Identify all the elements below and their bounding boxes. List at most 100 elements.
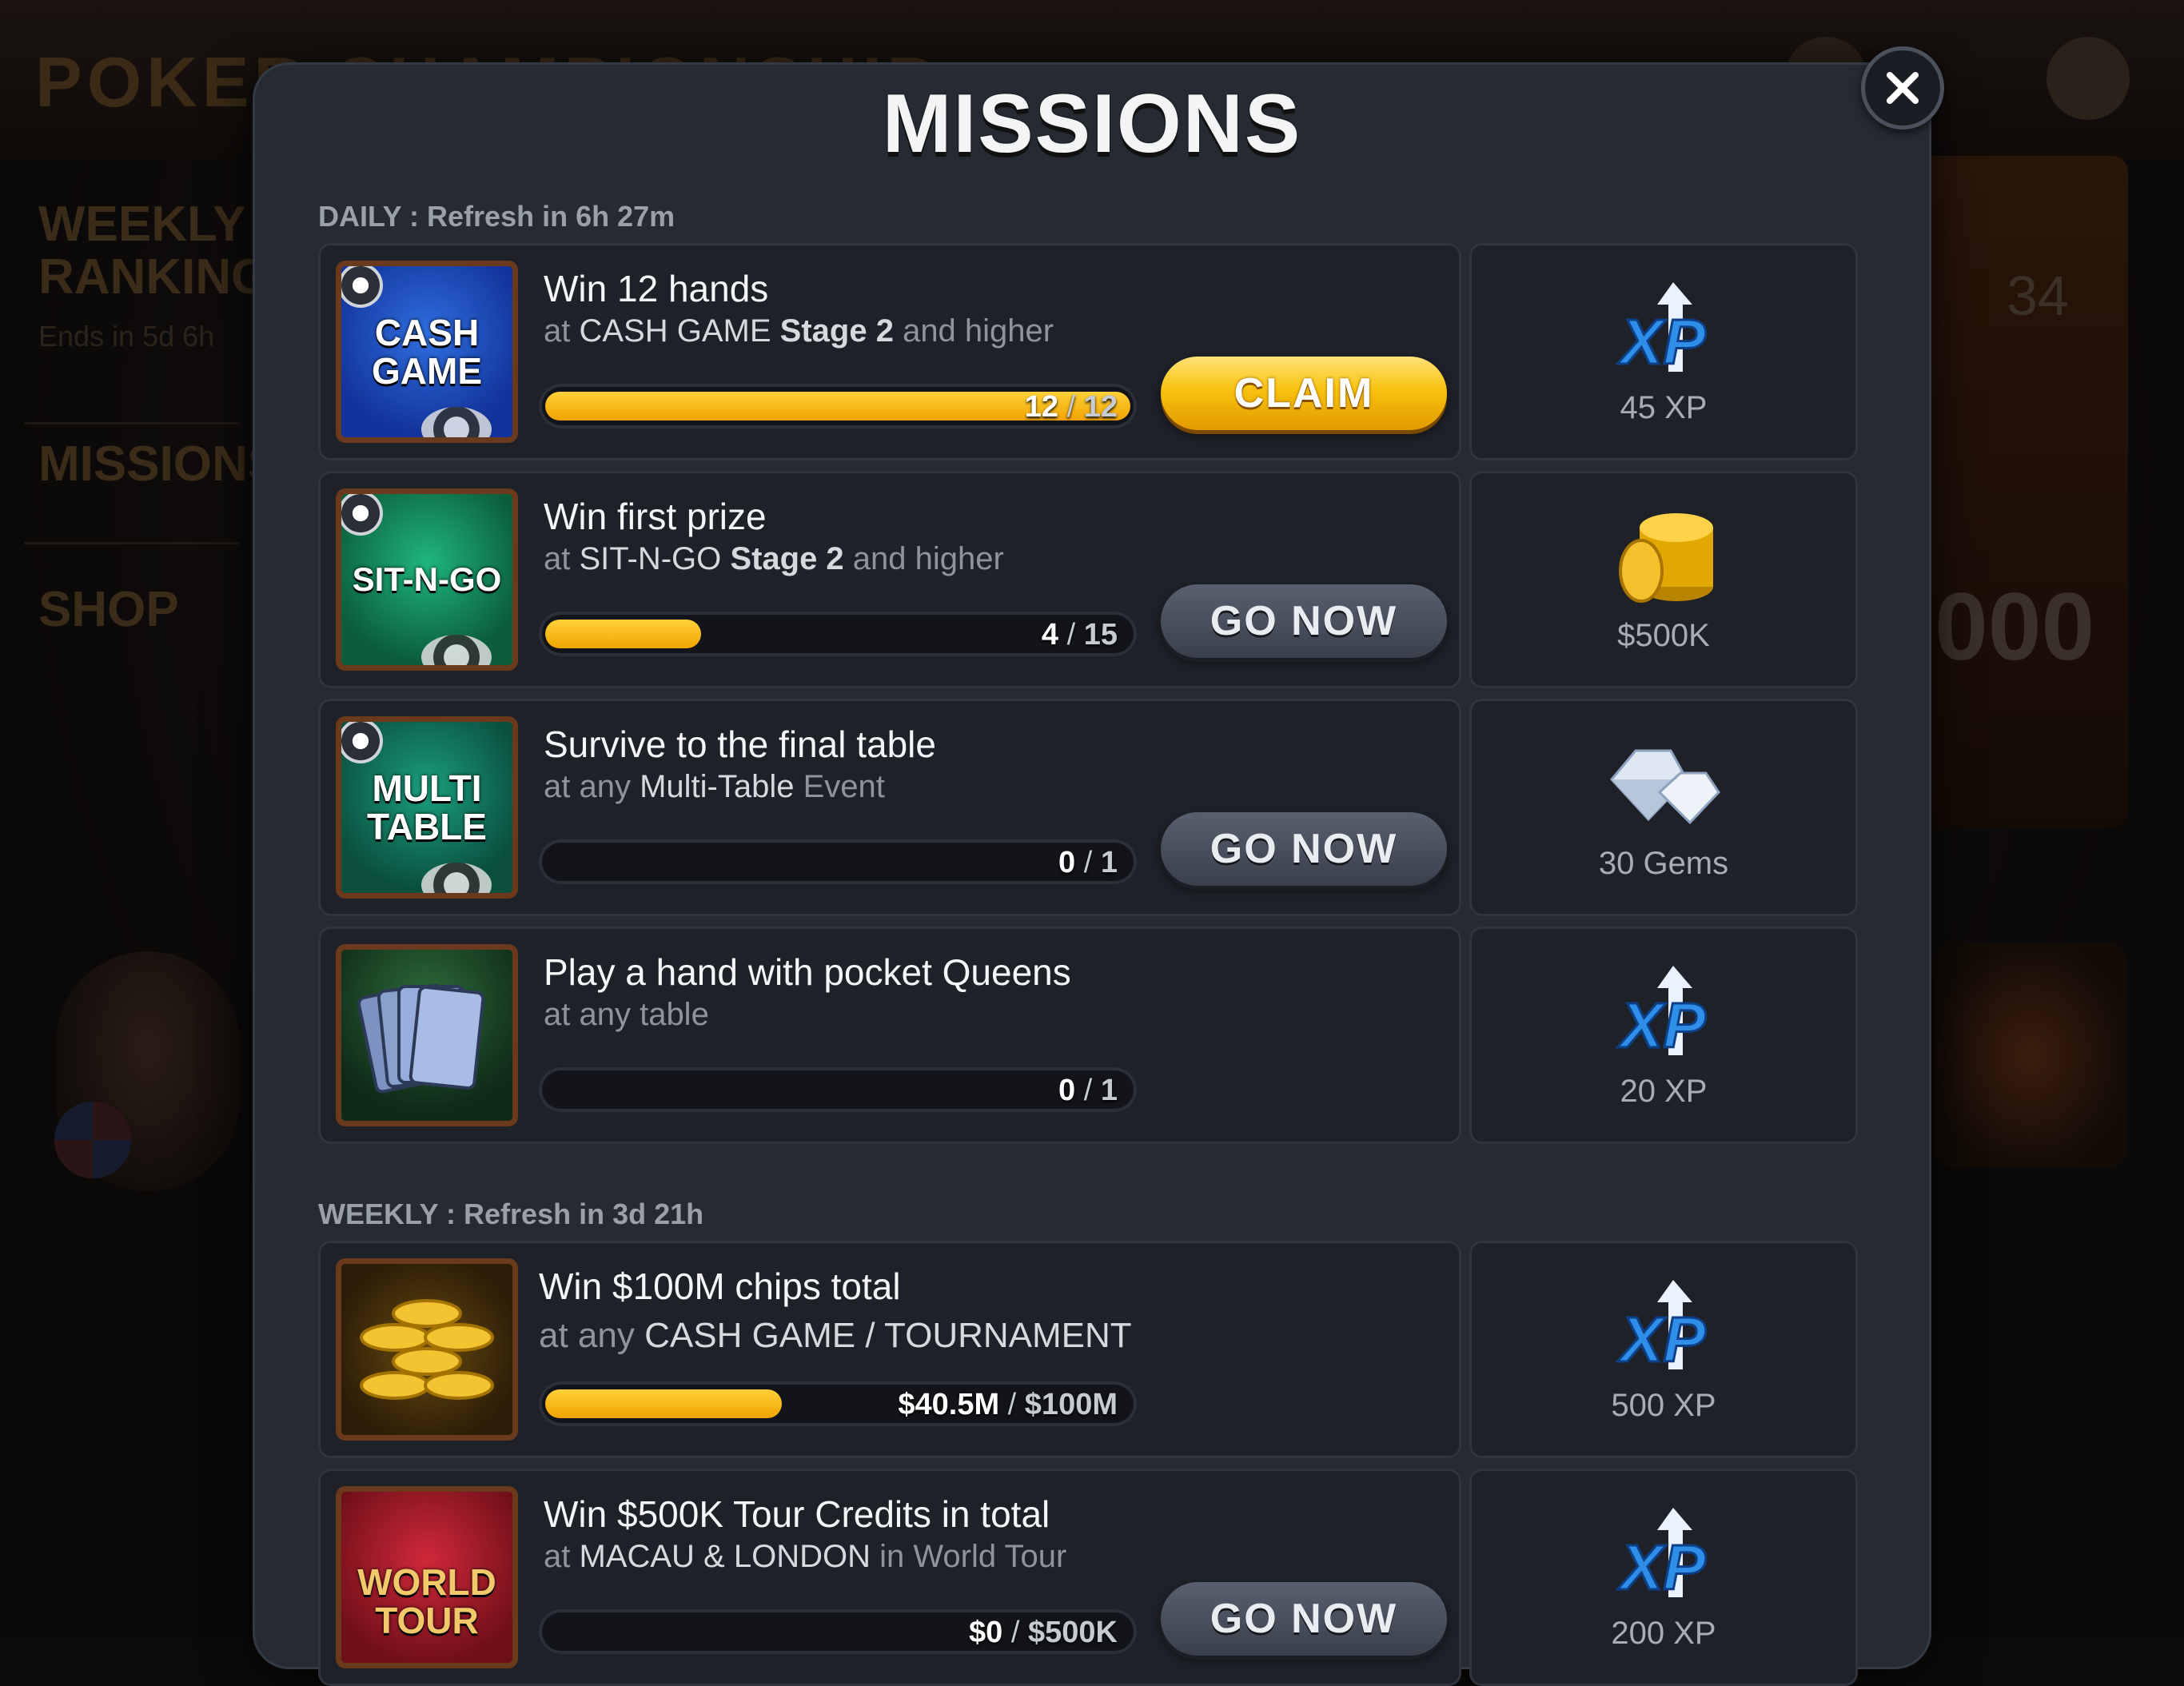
gold-coins-icon	[360, 1299, 494, 1400]
reward-label: 500 XP	[1611, 1388, 1716, 1423]
badge-icon	[341, 266, 383, 308]
gift-icon	[1935, 943, 2126, 1167]
mission-subtitle: at any table	[544, 997, 709, 1032]
reward-panel: XP 500 XP	[1469, 1241, 1858, 1458]
multi-table-thumbnail: MULTI TABLE	[336, 716, 518, 899]
progress-bar: $40.5M / $100M	[539, 1381, 1137, 1426]
poker-chip-icon	[421, 863, 492, 893]
mission-title: Win $500K Tour Credits in total	[544, 1493, 1050, 1535]
mission-row: WORLD TOUR Win $500K Tour Credits in tot…	[318, 1469, 1869, 1686]
mission-subtitle: at any CASH GAME / TOURNAMENT	[539, 1316, 1132, 1355]
progress-text: 4 / 15	[1041, 618, 1118, 652]
svg-text:XP: XP	[1617, 306, 1706, 377]
missions-modal: MISSIONS DAILY : Refresh in 6h 27m CASH …	[253, 62, 1931, 1686]
svg-text:XP: XP	[1617, 1304, 1706, 1375]
lobby-event-panel	[1919, 156, 2128, 827]
mission-row: Play a hand with pocket Queens at any ta…	[318, 927, 1869, 1144]
cash-game-thumbnail: CASH GAME	[336, 261, 518, 443]
progress-text: 0 / 1	[1058, 846, 1118, 879]
mission-card: Win $100M chips total at any CASH GAME /…	[318, 1241, 1461, 1458]
mission-row: Win $100M chips total at any CASH GAME /…	[318, 1241, 1869, 1458]
daily-section-label: DAILY : Refresh in 6h 27m	[318, 200, 676, 233]
mission-subtitle: at any Multi-Table Event	[544, 769, 885, 804]
gems-icon	[1469, 727, 1858, 839]
divider	[24, 542, 240, 544]
mission-card: CASH GAME Win 12 hands at CASH GAME Stag…	[318, 243, 1461, 460]
progress-text: 0 / 1	[1058, 1074, 1118, 1107]
progress-bar: 4 / 15	[539, 612, 1137, 656]
mission-subtitle: at SIT-N-GO Stage 2 and higher	[544, 541, 1004, 576]
reward-panel: XP 200 XP	[1469, 1469, 1858, 1686]
mission-subtitle: at MACAU & LONDON in World Tour	[544, 1539, 1067, 1574]
mission-subtitle: at CASH GAME Stage 2 and higher	[544, 313, 1054, 349]
svg-text:XP: XP	[1617, 1532, 1706, 1603]
coins-icon	[1469, 500, 1858, 612]
modal-title: MISSIONS	[882, 78, 1302, 170]
progress-fill	[545, 1389, 782, 1418]
xp-icon: XP	[1469, 1497, 1858, 1609]
close-icon	[1887, 72, 1919, 104]
nav-shop: SHOP	[38, 582, 179, 637]
mission-card: WORLD TOUR Win $500K Tour Credits in tot…	[318, 1469, 1461, 1686]
uk-flag-icon	[54, 1102, 131, 1178]
reward-panel: 30 Gems	[1469, 699, 1858, 916]
mission-title: Survive to the final table	[544, 723, 936, 765]
mission-title: Play a hand with pocket Queens	[544, 951, 1071, 993]
lobby-prize-number: 000	[1935, 573, 2095, 680]
mission-card: MULTI TABLE Survive to the final table a…	[318, 699, 1461, 916]
reward-panel: $500K	[1469, 471, 1858, 688]
divider	[24, 422, 240, 424]
reward-panel: XP 20 XP	[1469, 927, 1858, 1144]
reward-label: 20 XP	[1620, 1074, 1708, 1109]
nav-weekly-rankings: WEEKLY RANKINGS	[38, 197, 303, 305]
thumbnail-label: WORLD TOUR	[357, 1561, 496, 1641]
mission-card: SIT-N-GO Win first prize at SIT-N-GO Sta…	[318, 471, 1461, 688]
progress-text: $0 / $500K	[969, 1616, 1118, 1649]
badge-icon	[341, 722, 383, 763]
thumbnail-label: MULTI TABLE	[367, 767, 487, 847]
progress-bar: 0 / 1	[539, 1067, 1137, 1112]
mission-row: MULTI TABLE Survive to the final table a…	[318, 699, 1869, 916]
mission-row: CASH GAME Win 12 hands at CASH GAME Stag…	[318, 243, 1869, 460]
reward-label: $500K	[1617, 618, 1710, 653]
reward-label: 200 XP	[1611, 1616, 1716, 1651]
progress-text: $40.5M / $100M	[898, 1388, 1118, 1421]
mission-card: Play a hand with pocket Queens at any ta…	[318, 927, 1461, 1144]
mission-title: Win $100M chips total	[539, 1265, 901, 1307]
go-now-button[interactable]: GO NOW	[1161, 812, 1447, 886]
claim-button[interactable]: CLAIM	[1161, 357, 1447, 430]
close-button[interactable]	[1861, 46, 1944, 130]
progress-bar: $0 / $500K	[539, 1609, 1137, 1654]
mission-title: Win first prize	[544, 496, 767, 537]
mission-row: SIT-N-GO Win first prize at SIT-N-GO Sta…	[318, 471, 1869, 688]
cards-thumbnail	[336, 944, 518, 1126]
xp-icon: XP	[1469, 1269, 1858, 1381]
thumbnail-label: SIT-N-GO	[352, 560, 502, 598]
weekly-section-label: WEEKLY : Refresh in 3d 21h	[318, 1198, 704, 1230]
lobby-sidebar: WEEKLY RANKINGS Ends in 5d 6h MISSIONS S…	[0, 184, 303, 1637]
mission-title: Win 12 hands	[544, 268, 769, 309]
lobby-level-number: 34	[2007, 265, 2069, 327]
badge-icon	[341, 494, 383, 536]
playing-cards-icon	[357, 983, 485, 1094]
progress-text: 12 / 12	[1024, 390, 1118, 424]
poker-chip-icon	[421, 635, 492, 665]
nav-weekly-rankings-timer: Ends in 5d 6h	[38, 320, 215, 353]
xp-icon: XP	[1469, 955, 1858, 1067]
nav-missions: MISSIONS	[38, 436, 281, 492]
progress-fill	[545, 620, 701, 648]
settings-gear-icon	[2047, 37, 2130, 120]
svg-text:XP: XP	[1617, 990, 1706, 1061]
coins-thumbnail	[336, 1258, 518, 1441]
world-tour-thumbnail: WORLD TOUR	[336, 1486, 518, 1668]
go-now-button[interactable]: GO NOW	[1161, 584, 1447, 658]
sit-n-go-thumbnail: SIT-N-GO	[336, 488, 518, 671]
thumbnail-label: CASH GAME	[372, 312, 482, 392]
xp-icon: XP	[1469, 272, 1858, 384]
poker-chip-icon	[421, 407, 492, 437]
progress-bar: 12 / 12	[539, 384, 1137, 428]
reward-label: 30 Gems	[1598, 846, 1729, 881]
progress-bar: 0 / 1	[539, 839, 1137, 884]
go-now-button[interactable]: GO NOW	[1161, 1582, 1447, 1656]
reward-label: 45 XP	[1620, 390, 1708, 425]
